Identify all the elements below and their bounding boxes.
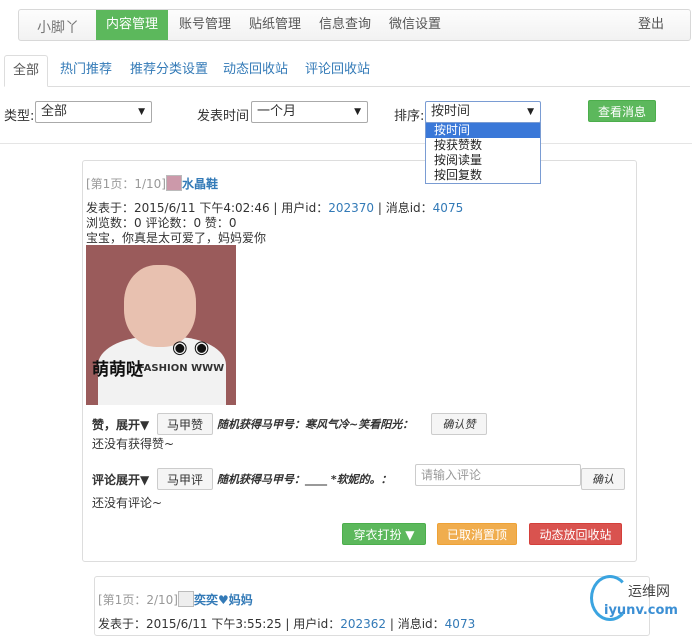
avatar[interactable] bbox=[165, 175, 182, 191]
post-card: [第1页：1/10] 水晶鞋 发表于：2015/6/11 下午4:02:46 | … bbox=[82, 160, 637, 562]
sort-option-likes[interactable]: 按获赞数 bbox=[426, 138, 540, 153]
sort-select-value: 按时间 bbox=[431, 104, 471, 119]
post-card: [第1页：2/10] 奕奕♥妈妈 发表于：2015/6/11 下午3:55:25 … bbox=[94, 576, 650, 636]
watermark-logo: 运维网 iyunv.com bbox=[586, 575, 690, 623]
comment-input[interactable]: 请输入评论 bbox=[415, 464, 581, 486]
photo-shirt-text: FASHION WWW bbox=[138, 363, 225, 374]
cancel-top-button[interactable]: 已取消置顶 bbox=[437, 523, 517, 545]
published-text: 发表于：2015/6/11 下午3:55:25 | 用户id： bbox=[98, 617, 341, 631]
query-messages-button[interactable]: 查看消息 bbox=[588, 100, 656, 122]
time-label: 发表时间 bbox=[197, 109, 250, 124]
published-text: 发表于：2015/6/11 下午4:02:46 | 用户id： bbox=[86, 201, 329, 215]
nav-account-management[interactable]: 账号管理 bbox=[169, 10, 241, 40]
like-expand-toggle[interactable]: 赞，展开▼ bbox=[92, 416, 149, 433]
page-indicator: [第1页：1/10] bbox=[86, 177, 166, 191]
chevron-down-icon: ▼ bbox=[527, 107, 534, 117]
divider bbox=[0, 143, 692, 144]
nav-info-query[interactable]: 信息查询 bbox=[309, 10, 381, 40]
msg-id-link[interactable]: 4073 bbox=[445, 617, 476, 631]
chevron-down-icon: ▼ bbox=[354, 107, 361, 117]
time-select[interactable]: 一个月 ▼ bbox=[251, 101, 368, 123]
top-navbar: 小脚丫 内容管理 账号管理 贴纸管理 信息查询 微信设置 登出 bbox=[18, 9, 691, 41]
post-published-line: 发表于：2015/6/11 下午3:55:25 | 用户id：202362 | … bbox=[98, 615, 475, 632]
msg-id-label: | 消息id： bbox=[386, 617, 445, 631]
watermark-en: iyunv.com bbox=[604, 603, 678, 618]
logout-link[interactable]: 登出 bbox=[638, 10, 664, 40]
dress-up-button[interactable]: 穿衣打扮 ▼ bbox=[342, 523, 426, 545]
sort-option-replies[interactable]: 按回复数 bbox=[426, 168, 540, 183]
move-to-recycle-button[interactable]: 动态放回收站 bbox=[529, 523, 622, 545]
tab-recommend-category[interactable]: 推荐分类设置 bbox=[130, 55, 208, 87]
confirm-like-button[interactable]: 确认赞 bbox=[431, 413, 487, 435]
type-select[interactable]: 全部 ▼ bbox=[35, 101, 152, 123]
username-link[interactable]: 水晶鞋 bbox=[182, 177, 218, 191]
sort-select[interactable]: 按时间 ▼ bbox=[425, 101, 541, 123]
user-id-link[interactable]: 202370 bbox=[328, 201, 374, 215]
nav-sticker-management[interactable]: 贴纸管理 bbox=[239, 10, 311, 40]
tab-all[interactable]: 全部 bbox=[4, 55, 49, 87]
confirm-comment-button[interactable]: 确认 bbox=[581, 468, 625, 490]
photo-face bbox=[124, 265, 196, 347]
post-header: [第1页：1/10] 水晶鞋 bbox=[86, 175, 218, 192]
no-likes-text: 还没有获得赞~ bbox=[92, 437, 175, 451]
watermark-cn: 运维网 bbox=[628, 584, 670, 600]
cartoon-eyes-icon: ◉◉ bbox=[172, 337, 216, 358]
vest-comment-info: 随机获得马甲号：____ *软妮的。： bbox=[217, 473, 392, 486]
no-comments-text: 还没有评论~ bbox=[92, 496, 163, 510]
tab-post-recycle-bin[interactable]: 动态回收站 bbox=[223, 55, 288, 87]
content-tabs: 全部 热门推荐 推荐分类设置 动态回收站 评论回收站 bbox=[4, 55, 690, 87]
post-content: 宝宝，你真是太可爱了，妈妈爱你 bbox=[86, 231, 267, 245]
post-photo[interactable]: FASHION WWW ◉◉ 萌萌哒 bbox=[86, 245, 236, 405]
chevron-down-icon: ▼ bbox=[138, 107, 145, 117]
user-id-link[interactable]: 202362 bbox=[340, 617, 386, 631]
sort-dropdown: 按时间 按获赞数 按阅读量 按回复数 bbox=[425, 122, 541, 184]
nav-wechat-settings[interactable]: 微信设置 bbox=[379, 10, 451, 40]
brand-logo[interactable]: 小脚丫 bbox=[37, 17, 79, 37]
vest-like-info: 随机获得马甲号：寒风气冷~笑看阳光： bbox=[217, 418, 414, 431]
page-indicator: [第1页：2/10] bbox=[98, 593, 178, 607]
type-select-value: 全部 bbox=[41, 104, 68, 119]
msg-id-label: | 消息id： bbox=[374, 201, 433, 215]
sort-option-reads[interactable]: 按阅读量 bbox=[426, 153, 540, 168]
tab-comment-recycle-bin[interactable]: 评论回收站 bbox=[305, 55, 370, 87]
avatar[interactable] bbox=[177, 591, 194, 607]
comment-expand-toggle[interactable]: 评论展开▼ bbox=[92, 471, 149, 488]
vest-like-button[interactable]: 马甲赞 bbox=[157, 413, 213, 435]
nav-content-management[interactable]: 内容管理 bbox=[96, 10, 169, 40]
photo-caption: 萌萌哒 bbox=[92, 360, 143, 380]
vest-comment-button[interactable]: 马甲评 bbox=[157, 468, 213, 490]
username-link[interactable]: 奕奕♥妈妈 bbox=[194, 593, 253, 607]
sort-label: 排序: bbox=[394, 109, 425, 124]
tab-hot-recommend[interactable]: 热门推荐 bbox=[60, 55, 112, 87]
msg-id-link[interactable]: 4075 bbox=[433, 201, 464, 215]
sort-option-time[interactable]: 按时间 bbox=[426, 123, 540, 138]
time-select-value: 一个月 bbox=[257, 104, 297, 119]
post-header: [第1页：2/10] 奕奕♥妈妈 bbox=[98, 591, 253, 608]
type-label: 类型: bbox=[4, 109, 35, 124]
